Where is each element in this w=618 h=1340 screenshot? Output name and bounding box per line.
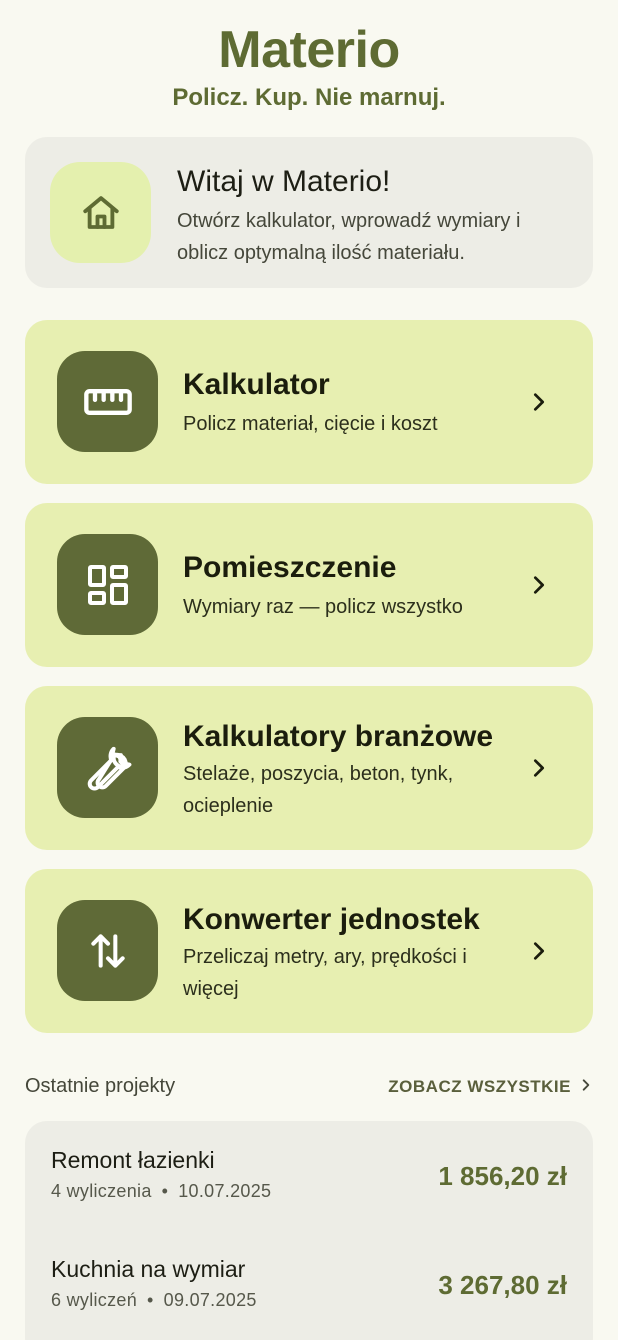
project-name: Kuchnia na wymiar <box>51 1256 246 1282</box>
project-count: 6 wyliczeń <box>51 1290 138 1310</box>
app-tagline: Policz. Kup. Nie marnuj. <box>172 84 446 111</box>
recent-projects-title: Ostatnie projekty <box>25 1075 176 1097</box>
project-count: 4 wyliczenia <box>51 1181 152 1201</box>
card-title: Kalkulator <box>183 368 330 401</box>
meta-separator: • <box>161 1181 169 1201</box>
unit-converter-card[interactable]: Konwerter jednostek Przeliczaj metry, ar… <box>25 869 593 1033</box>
project-meta: 6 wyliczeń • 09.07.2025 <box>51 1290 257 1311</box>
dashboard-icon <box>57 534 158 635</box>
welcome-title: Witaj w Materio! <box>177 165 391 198</box>
recent-projects-header: Ostatnie projekty ZOBACZ WSZYSTKIE <box>25 1073 593 1103</box>
card-subtitle: Policz materiał, cięcie i koszt <box>183 413 438 435</box>
project-row[interactable]: Remont łazienki 4 wyliczenia • 10.07.2025 … <box>25 1121 593 1221</box>
room-card[interactable]: Pomieszczenie Wymiary raz — policz wszys… <box>25 503 593 667</box>
project-row[interactable]: Kuchnia na wymiar 6 wyliczeń • 09.07.2025 … <box>25 1230 593 1330</box>
chevron-right-icon <box>525 754 553 782</box>
wrench-icon <box>57 717 158 818</box>
card-subtitle: Stelaże, poszycia, beton, tynk, ocieplen… <box>183 763 454 817</box>
ruler-icon <box>57 351 158 452</box>
swap-vertical-icon <box>57 900 158 1001</box>
project-date: 10.07.2025 <box>178 1181 272 1201</box>
trade-calculators-card[interactable]: Kalkulatory branżowe Stelaże, poszycia, … <box>25 686 593 850</box>
home-icon <box>50 162 151 263</box>
app-title: Materio <box>218 21 400 79</box>
chevron-right-icon <box>525 388 553 416</box>
project-name: Remont łazienki <box>51 1147 215 1173</box>
recent-projects-list: Remont łazienki 4 wyliczenia • 10.07.2025 … <box>25 1121 593 1340</box>
project-meta: 4 wyliczenia • 10.07.2025 <box>51 1181 271 1202</box>
chevron-right-icon <box>579 1078 593 1097</box>
calculator-card[interactable]: Kalkulator Policz materiał, cięcie i kos… <box>25 320 593 484</box>
welcome-description: Otwórz kalkulator, wprowadź wymiary i ob… <box>177 210 521 264</box>
project-price: 3 267,80 zł <box>438 1270 567 1300</box>
welcome-card: Witaj w Materio! Otwórz kalkulator, wpro… <box>25 137 593 288</box>
card-title: Konwerter jednostek <box>183 903 480 936</box>
project-date: 09.07.2025 <box>163 1290 257 1310</box>
home-screen: Materio Policz. Kup. Nie marnuj. Witaj w… <box>0 0 618 1340</box>
meta-separator: • <box>147 1290 154 1310</box>
project-price: 1 856,20 zł <box>438 1161 567 1191</box>
chevron-right-icon <box>525 571 553 599</box>
card-subtitle: Wymiary raz — policz wszystko <box>183 596 463 618</box>
card-title: Kalkulatory branżowe <box>183 720 494 753</box>
card-subtitle: Przeliczaj metry, ary, prędkości i więce… <box>183 946 467 1000</box>
chevron-right-icon <box>525 937 553 965</box>
card-title: Pomieszczenie <box>183 551 397 584</box>
see-all-button[interactable]: ZOBACZ WSZYSTKIE <box>388 1073 593 1101</box>
see-all-label: ZOBACZ WSZYSTKIE <box>388 1077 571 1096</box>
